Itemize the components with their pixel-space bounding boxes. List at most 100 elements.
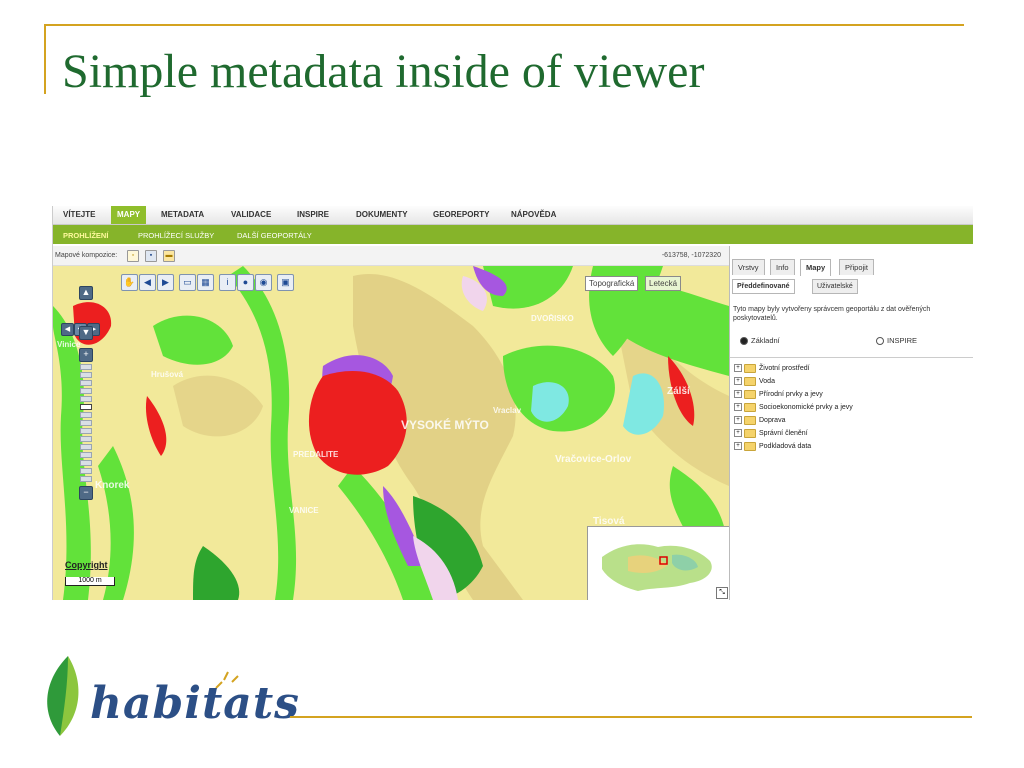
- tree-item[interactable]: + Správní členění: [734, 428, 808, 440]
- folder-icon: [744, 402, 756, 412]
- tab-vrstvy[interactable]: Vrstvy: [732, 259, 765, 275]
- zoom-level-tick[interactable]: [80, 452, 92, 458]
- zoom-level-tick[interactable]: [80, 420, 92, 426]
- nav-item-metadata[interactable]: METADATA: [161, 210, 204, 219]
- zoom-level-tick[interactable]: [80, 380, 92, 386]
- tab-pripojit[interactable]: Připojit: [839, 259, 874, 275]
- slide-title: Simple metadata inside of viewer: [62, 45, 705, 98]
- zoom-slider-handle[interactable]: [80, 404, 92, 410]
- subnav-item-prohlizeci-sluzby[interactable]: PROHLÍŽECÍ SLUŽBY: [138, 231, 214, 240]
- main-nav: VÍTEJTE MAPY METADATA VALIDACE INSPIRE D…: [53, 206, 973, 225]
- tree-item[interactable]: + Přírodní prvky a jevy: [734, 389, 823, 401]
- nav-item-dokumenty[interactable]: DOKUMENTY: [356, 210, 408, 219]
- radio-checked-icon[interactable]: [740, 337, 748, 346]
- radio-inspire[interactable]: INSPIRE: [876, 336, 918, 346]
- tree-item[interactable]: + Životní prostředí: [734, 363, 810, 375]
- tab-info[interactable]: Info: [770, 259, 795, 275]
- expand-icon[interactable]: +: [734, 377, 742, 386]
- pin-icon[interactable]: ●: [237, 274, 254, 291]
- maps-description: Tyto mapy byly vytvořeny správcem geopor…: [733, 306, 931, 322]
- expand-icon[interactable]: +: [734, 429, 742, 438]
- overview-map[interactable]: ⤡: [587, 526, 729, 600]
- divider: [730, 357, 973, 358]
- zoom-out-icon[interactable]: −: [79, 486, 93, 500]
- zoom-level-tick[interactable]: [80, 476, 92, 482]
- map-place-label: Knorek: [95, 480, 130, 491]
- subnav-item-dalsi-geoportaly[interactable]: DALŠÍ GEOPORTÁLY: [237, 231, 312, 240]
- hand-pan-icon[interactable]: ✋: [121, 274, 138, 291]
- nav-item-validace[interactable]: VALIDACE: [231, 210, 271, 219]
- subtab-uzivatelske[interactable]: Uživatelské: [812, 279, 858, 294]
- tree-item[interactable]: + Doprava: [734, 415, 785, 427]
- map-place-label: Hrušová: [151, 370, 184, 379]
- nav-item-georeporty[interactable]: GEOREPORTY: [433, 210, 489, 219]
- map-place-label: PREDALITE: [293, 450, 339, 459]
- zoom-level-tick[interactable]: [80, 460, 92, 466]
- sub-nav: PROHLÍŽENÍ PROHLÍŽECÍ SLUŽBY DALŠÍ GEOPO…: [53, 225, 973, 244]
- layer-button-letecka[interactable]: Letecká: [645, 276, 682, 291]
- open-folder-icon[interactable]: ▬: [163, 250, 175, 262]
- side-panel: Vrstvy Info Mapy Připojit Předdefinované…: [729, 246, 973, 600]
- zoom-level-tick[interactable]: [80, 396, 92, 402]
- new-composition-icon[interactable]: ▫: [127, 250, 139, 262]
- measure-icon[interactable]: ▦: [197, 274, 214, 291]
- print-icon[interactable]: ▣: [277, 274, 294, 291]
- map-place-label: Vraclav: [493, 406, 522, 415]
- zoom-level-tick[interactable]: [80, 468, 92, 474]
- pan-down-icon[interactable]: ▼: [79, 326, 93, 340]
- map-place-label: VANICE: [289, 506, 319, 515]
- zoom-level-tick[interactable]: [80, 444, 92, 450]
- zoom-level-tick[interactable]: [80, 364, 92, 370]
- nav-item-mapy[interactable]: MAPY: [111, 206, 147, 224]
- tree-item[interactable]: + Socioekonomické prvky a jevy: [734, 402, 853, 414]
- zoom-box-icon[interactable]: ▭: [179, 274, 196, 291]
- zoom-level-tick[interactable]: [80, 372, 92, 378]
- layer-button-topograficka[interactable]: Topografická: [585, 276, 639, 291]
- expand-icon[interactable]: +: [734, 403, 742, 412]
- nav-item-napoveda[interactable]: NÁPOVĚDA: [511, 210, 556, 219]
- folder-icon: [744, 376, 756, 386]
- expand-icon[interactable]: +: [734, 442, 742, 451]
- zoom-level-tick[interactable]: [80, 388, 92, 394]
- nav-item-inspire[interactable]: INSPIRE: [297, 210, 329, 219]
- zoom-in-icon[interactable]: +: [79, 348, 93, 362]
- tree-item-label: Podkladová data: [759, 443, 812, 450]
- subtab-preddefinovane[interactable]: Předdefinované: [732, 279, 795, 294]
- resize-overview-icon[interactable]: ⤡: [716, 587, 728, 599]
- geoportal-screenshot: VÍTEJTE MAPY METADATA VALIDACE INSPIRE D…: [52, 206, 973, 600]
- nav-item-vitejte[interactable]: VÍTEJTE: [63, 210, 95, 219]
- tree-item-label: Správní členění: [759, 430, 808, 437]
- map-compositions-bar: Mapové kompozice: ▫ ▪ ▬ -613758, -107232…: [53, 246, 729, 266]
- zoom-level-tick[interactable]: [80, 436, 92, 442]
- cursor-coordinates: -613758, -1072320: [661, 252, 721, 259]
- radio-zakladni[interactable]: Základní: [740, 336, 780, 346]
- expand-icon[interactable]: +: [734, 364, 742, 373]
- tab-mapy[interactable]: Mapy: [800, 259, 832, 276]
- folder-icon: [744, 389, 756, 399]
- tree-item[interactable]: + Voda: [734, 376, 775, 388]
- copyright-link[interactable]: Copyright: [65, 560, 108, 570]
- folder-icon: [744, 363, 756, 373]
- folder-icon: [744, 428, 756, 438]
- map-place-label: Vračovice-Orlov: [555, 454, 632, 465]
- tree-item-label: Přírodní prvky a jevy: [759, 391, 823, 398]
- radio-label: INSPIRE: [887, 336, 918, 345]
- subnav-item-prohlizeni[interactable]: PROHLÍŽENÍ: [63, 231, 108, 240]
- title-side-rule: [44, 24, 46, 94]
- save-icon[interactable]: ▪: [145, 250, 157, 262]
- map-canvas[interactable]: ✋ ◀ ▶ ▭ ▦ i ● ◉ ▣ Topografická Letecká ▲…: [53, 266, 729, 600]
- radio-unchecked-icon[interactable]: [876, 337, 884, 346]
- tree-item-label: Voda: [759, 378, 775, 385]
- pan-up-icon[interactable]: ▲: [79, 286, 93, 300]
- tree-item[interactable]: + Podkladová data: [734, 441, 811, 453]
- zoom-level-tick[interactable]: [80, 412, 92, 418]
- expand-icon[interactable]: +: [734, 416, 742, 425]
- zoom-level-tick[interactable]: [80, 428, 92, 434]
- globe-icon[interactable]: ◉: [255, 274, 272, 291]
- arrow-right-icon[interactable]: ▶: [157, 274, 174, 291]
- footer-rule: [290, 716, 972, 718]
- pan-left-icon[interactable]: ◀: [61, 323, 74, 336]
- info-icon[interactable]: i: [219, 274, 236, 291]
- arrow-left-icon[interactable]: ◀: [139, 274, 156, 291]
- expand-icon[interactable]: +: [734, 390, 742, 399]
